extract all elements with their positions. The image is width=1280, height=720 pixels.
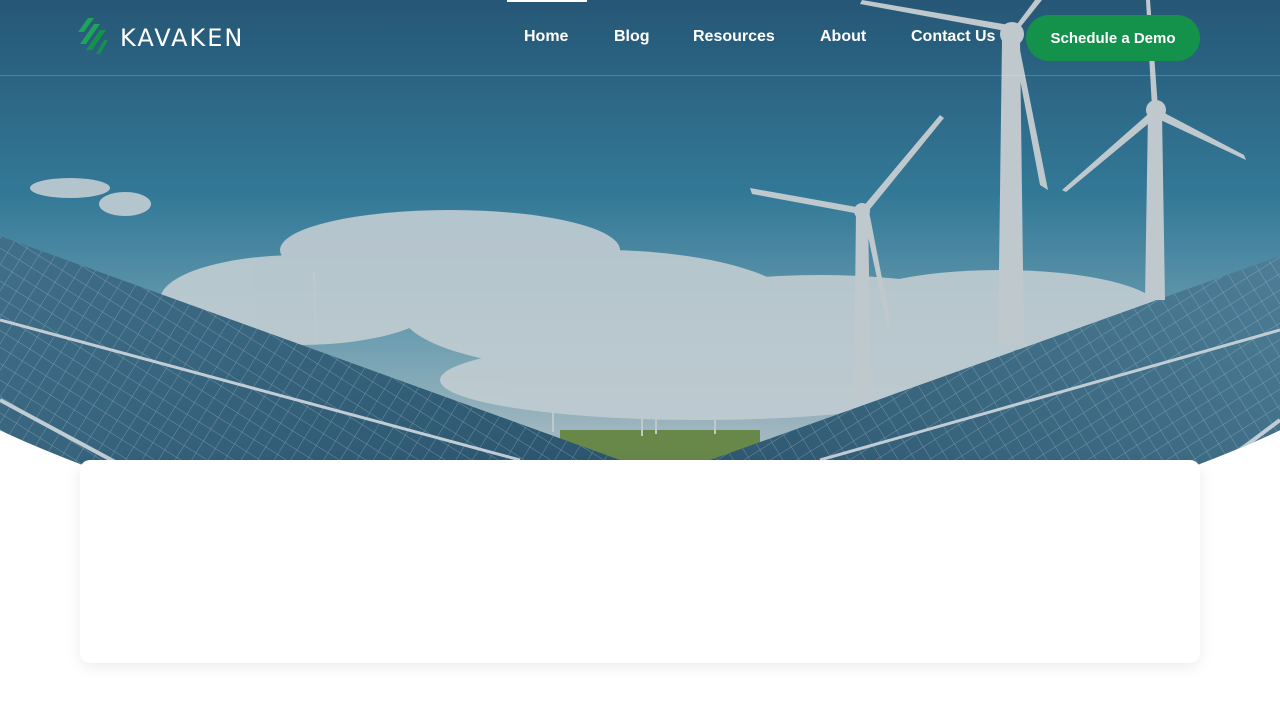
nav-contact-us[interactable]: Contact Us	[911, 28, 995, 46]
stripes-logo-icon	[78, 17, 108, 59]
brand-name: KAVAKEN	[120, 24, 245, 52]
content-card	[80, 460, 1200, 663]
nav-home[interactable]: Home	[524, 28, 568, 46]
nav-active-indicator	[507, 0, 587, 2]
brand-logo[interactable]: KAVAKEN	[78, 17, 245, 59]
nav-resources[interactable]: Resources	[693, 28, 775, 46]
nav-about[interactable]: About	[820, 28, 866, 46]
site-header: KAVAKEN Home Blog Resources About Contac…	[0, 0, 1280, 76]
nav-blog[interactable]: Blog	[614, 28, 650, 46]
schedule-demo-button[interactable]: Schedule a Demo	[1026, 15, 1200, 61]
